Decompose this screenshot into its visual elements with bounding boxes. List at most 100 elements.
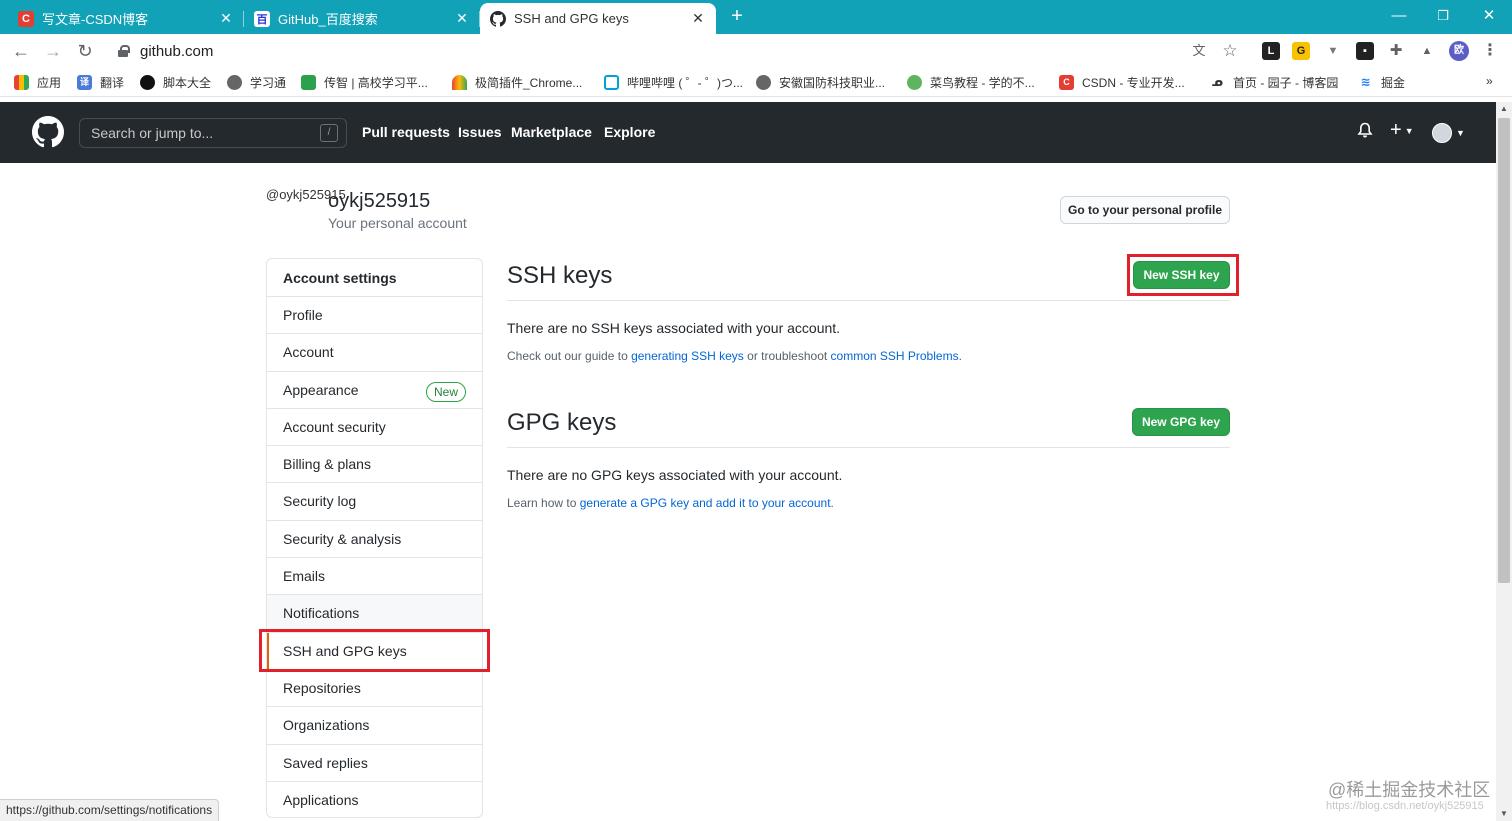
tab-csdn[interactable]: C 写文章-CSDN博客 ✕ — [8, 3, 244, 34]
bookmark-cnblogs[interactable]: ᓄ 首页 - 园子 - 博客园 — [1210, 74, 1338, 91]
bookmark-label: 安徽国防科技职业... — [779, 76, 886, 90]
sidebar-item-profile[interactable]: Profile — [267, 297, 482, 335]
sidebar-item-appearance[interactable]: Appearance New — [267, 372, 482, 409]
sidebar-item-saved-replies[interactable]: Saved replies — [267, 745, 482, 782]
bookmark-label: 菜鸟教程 - 学的不... — [930, 76, 1035, 90]
sidebar-item-label: Saved replies — [283, 754, 368, 771]
forward-icon[interactable]: → — [40, 38, 66, 64]
extension-l-icon[interactable]: L — [1262, 42, 1280, 60]
star-icon[interactable]: ☆ — [1221, 42, 1239, 60]
note-text: . — [958, 349, 962, 363]
minimize-icon[interactable]: — — [1384, 3, 1414, 29]
bookmark-scripts[interactable]: 脚本大全 — [140, 74, 211, 91]
nav-pull-requests[interactable]: Pull requests — [362, 124, 450, 140]
bookmark-chuanzhi[interactable]: 传智 | 高校学习平... — [301, 74, 428, 91]
profile-avatar[interactable]: 欧 — [1449, 41, 1469, 61]
bookmark-label: 应用 — [37, 76, 62, 90]
scroll-down-icon[interactable]: ▼ — [1496, 807, 1512, 821]
back-icon[interactable]: ← — [8, 38, 34, 64]
sidebar-item-account-security[interactable]: Account security — [267, 409, 482, 447]
bookmarks-overflow-button[interactable]: » — [1486, 74, 1493, 88]
tab-title: 写文章-CSDN博客 — [42, 12, 149, 27]
translate-icon[interactable]: 文 — [1190, 42, 1208, 60]
extension-g-icon[interactable]: G — [1292, 42, 1310, 60]
user-avatar-broken-image[interactable]: @oykj525915 — [266, 188, 346, 230]
sidebar-item-notifications[interactable]: Notifications — [267, 595, 482, 633]
username[interactable]: oykj525915 — [328, 190, 430, 213]
generating-ssh-keys-link[interactable]: generating SSH keys — [631, 349, 744, 363]
common-ssh-problems-link[interactable]: common SSH Problems — [831, 349, 959, 363]
sidebar-item-label: Repositories — [283, 679, 361, 696]
bookmark-csdn[interactable]: C CSDN - 专业开发... — [1059, 74, 1185, 91]
bookmark-translate[interactable]: 译 翻译 — [77, 74, 124, 91]
bookmark-runoob[interactable]: 菜鸟教程 - 学的不... — [907, 74, 1035, 91]
nav-explore[interactable]: Explore — [604, 124, 655, 140]
bookmark-label: 学习通 — [250, 76, 287, 90]
extension-v-icon[interactable]: ▼ — [1324, 42, 1342, 60]
close-window-icon[interactable]: ✕ — [1474, 3, 1504, 29]
globe-icon — [756, 75, 771, 90]
sidebar-item-repositories[interactable]: Repositories — [267, 670, 482, 708]
bookmark-chrome-plugins[interactable]: 极简插件_Chrome... — [452, 74, 582, 91]
go-to-profile-button[interactable]: Go to your personal profile — [1060, 196, 1230, 224]
bookmark-bilibili[interactable]: 哔哩哔哩 ( ゜- ゜)つ... — [604, 74, 743, 91]
sidebar-item-label: Emails — [283, 568, 326, 585]
sidebar-item-label: Security & analysis — [283, 530, 402, 547]
sidebar-item-security-analysis[interactable]: Security & analysis — [267, 521, 482, 559]
github-logo-icon[interactable] — [32, 116, 64, 148]
note-text: . — [830, 496, 834, 510]
page-scrollbar[interactable]: ▲ ▼ — [1496, 102, 1512, 821]
extension-flask-icon[interactable]: ▲ — [1418, 42, 1436, 60]
sidebar-item-security-log[interactable]: Security log — [267, 483, 482, 521]
bookmark-label: CSDN - 专业开发... — [1082, 76, 1185, 90]
github-search-input[interactable]: Search or jump to... / — [79, 118, 347, 148]
tab-title: SSH and GPG keys — [514, 11, 629, 26]
bookmark-juejin[interactable]: ≋ 掘金 — [1358, 74, 1405, 91]
tab-ssh-gpg-keys[interactable]: SSH and GPG keys ✕ — [480, 3, 716, 34]
sidebar-item-label: Billing & plans — [283, 456, 371, 473]
bookmark-anhui[interactable]: 安徽国防科技职业... — [756, 74, 885, 91]
gpg-empty-message: There are no GPG keys associated with yo… — [507, 467, 843, 483]
sidebar-item-billing[interactable]: Billing & plans — [267, 446, 482, 484]
user-avatar-menu[interactable]: ▼ — [1432, 123, 1465, 143]
bookmark-apps[interactable]: 应用 — [14, 74, 61, 91]
create-new-plus-icon[interactable]: + ▼ — [1390, 119, 1414, 142]
extension-app-icon[interactable]: ▪ — [1356, 42, 1374, 60]
search-hotkey-badge: / — [320, 124, 338, 142]
section-divider — [507, 447, 1230, 448]
scroll-up-icon[interactable]: ▲ — [1496, 102, 1512, 116]
menu-kebab-icon[interactable]: ⋮ — [1481, 42, 1499, 60]
sidebar-item-account[interactable]: Account — [267, 334, 482, 372]
bookmark-xuexitong[interactable]: 学习通 — [227, 74, 286, 91]
extensions-puzzle-icon[interactable]: ✚ — [1387, 42, 1405, 60]
browser-toolbar: ← → ↻ github.com 文 ☆ L G ▼ ▪ ✚ ▲ 欧 ⋮ — [0, 34, 1512, 68]
bookmark-label: 极简插件_Chrome... — [475, 76, 583, 90]
selected-item-highlight-box — [259, 629, 490, 672]
address-bar[interactable]: github.com — [106, 37, 1256, 65]
generate-gpg-key-link[interactable]: generate a GPG key and add it to your ac… — [580, 496, 831, 510]
sidebar-item-emails[interactable]: Emails — [267, 558, 482, 596]
close-tab-icon[interactable]: ✕ — [454, 10, 470, 27]
notification-bell-icon[interactable] — [1357, 122, 1373, 144]
new-gpg-key-button[interactable]: New GPG key — [1132, 408, 1230, 436]
close-tab-icon[interactable]: ✕ — [218, 10, 234, 27]
nav-marketplace[interactable]: Marketplace — [511, 124, 592, 140]
tab-baidu[interactable]: 百 GitHub_百度搜索 ✕ — [244, 3, 480, 34]
chuanzhi-icon — [301, 75, 316, 90]
rainbow-icon — [452, 75, 467, 90]
new-tab-button[interactable]: + — [726, 4, 748, 28]
new-ssh-key-highlight-box — [1127, 254, 1239, 296]
bookmark-label: 哔哩哔哩 ( ゜- ゜)つ... — [627, 76, 743, 90]
github-icon — [490, 10, 506, 27]
sidebar-item-organizations[interactable]: Organizations — [267, 707, 482, 745]
scrollbar-thumb[interactable] — [1498, 118, 1510, 583]
close-tab-icon[interactable]: ✕ — [690, 10, 706, 27]
section-divider — [507, 300, 1230, 301]
runoob-icon — [907, 75, 922, 90]
account-subtitle: Your personal account — [328, 215, 467, 231]
nav-issues[interactable]: Issues — [458, 124, 502, 140]
sidebar-item-applications[interactable]: Applications — [267, 782, 482, 817]
watermark-text: @稀土掘金技术社区 — [1328, 780, 1491, 800]
reload-icon[interactable]: ↻ — [72, 38, 98, 64]
restore-icon[interactable]: ❐ — [1428, 3, 1458, 29]
